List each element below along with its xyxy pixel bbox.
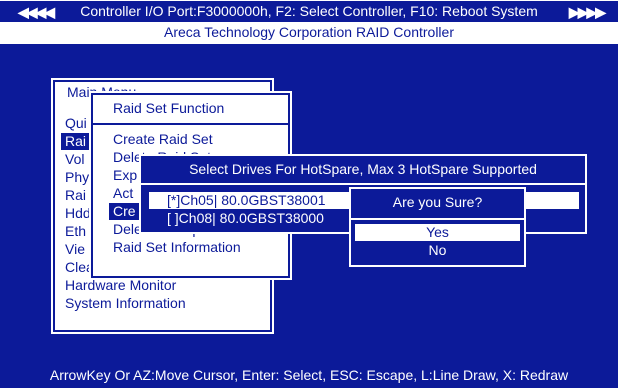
hotspare-dialog-title: Select Drives For HotSpare, Max 3 HotSpa… (189, 161, 537, 177)
main-menu-item-hardware-monitor[interactable]: Hardware Monitor (65, 277, 176, 294)
main-menu-item-hdd[interactable]: Hdd (65, 205, 91, 222)
main-menu-item-quick[interactable]: Qui (65, 115, 87, 132)
main-menu-item-raid-system[interactable]: Rai (65, 187, 86, 204)
rsf-item-create-hot-spare[interactable]: Cre (109, 203, 143, 220)
rsf-item-activate-raid-set[interactable]: Act (113, 185, 133, 202)
header-title: Areca Technology Corporation RAID Contro… (164, 24, 454, 40)
rsf-item-create-raid-set[interactable]: Create Raid Set (113, 131, 213, 148)
hotspare-dialog-divider (141, 183, 585, 185)
main-menu-item-physical[interactable]: Phy (65, 169, 89, 186)
confirm-yes-option[interactable]: Yes (355, 224, 520, 241)
raid-set-function-title: Raid Set Function (113, 100, 225, 116)
confirm-dialog: Are you Sure? Yes No (349, 187, 526, 267)
confirm-dialog-divider (351, 218, 524, 220)
header-controller-text: Controller I/O Port:F3000000h, F2: Selec… (80, 3, 538, 19)
header-controller-line: ◀◀◀◀ Controller I/O Port:F3000000h, F2: … (0, 1, 618, 22)
right-arrows-icon: ▶▶▶▶ (568, 4, 606, 20)
left-arrows-icon: ◀◀◀◀ (18, 4, 55, 20)
header-bar: ◀◀◀◀ Controller I/O Port:F3000000h, F2: … (0, 0, 618, 44)
confirm-dialog-title: Are you Sure? (392, 194, 483, 210)
confirm-no-option[interactable]: No (355, 242, 520, 259)
rsf-item-raid-set-information[interactable]: Raid Set Information (113, 239, 241, 256)
footer-help-text: ArrowKey Or AZ:Move Cursor, Enter: Selec… (49, 367, 569, 383)
rsf-item-expand-raid-set[interactable]: Exp (113, 167, 137, 184)
main-menu-item-ethernet[interactable]: Eth (65, 223, 86, 240)
raid-set-function-divider (93, 123, 288, 125)
main-menu-item-volume[interactable]: Vol (65, 151, 84, 168)
bios-screen: ◀◀◀◀ Controller I/O Port:F3000000h, F2: … (0, 0, 618, 388)
drive-row-label: [*]Ch05| 80.0GBST38001 (167, 192, 326, 208)
main-menu-item-view[interactable]: Vie (65, 241, 85, 258)
main-menu-item-system-information[interactable]: System Information (65, 295, 186, 312)
drive-row-ch08[interactable]: [ ]Ch08| 80.0GBST38000 (167, 210, 324, 227)
